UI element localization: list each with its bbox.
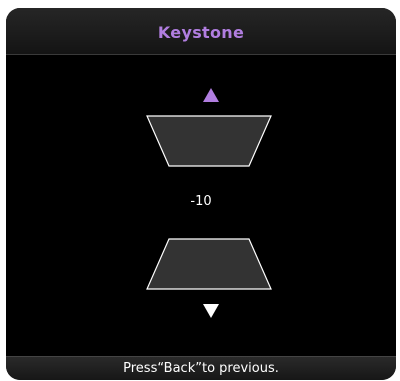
footer-hint-text: Press“Back”to previous. (123, 361, 279, 376)
keystone-value: -10 (190, 194, 212, 209)
triangle-up-icon[interactable] (203, 88, 219, 102)
footer-hint: Press“Back”to previous. (6, 356, 396, 380)
keystone-top-trapezoid-icon (146, 115, 272, 167)
keystone-panel: Keystone -10 Press“Back”to previous. (6, 8, 396, 380)
triangle-down-icon[interactable] (203, 304, 219, 318)
page-title: Keystone (157, 23, 245, 42)
keystone-bottom-trapezoid-icon (146, 238, 272, 290)
title-bar: Keystone (6, 8, 396, 55)
